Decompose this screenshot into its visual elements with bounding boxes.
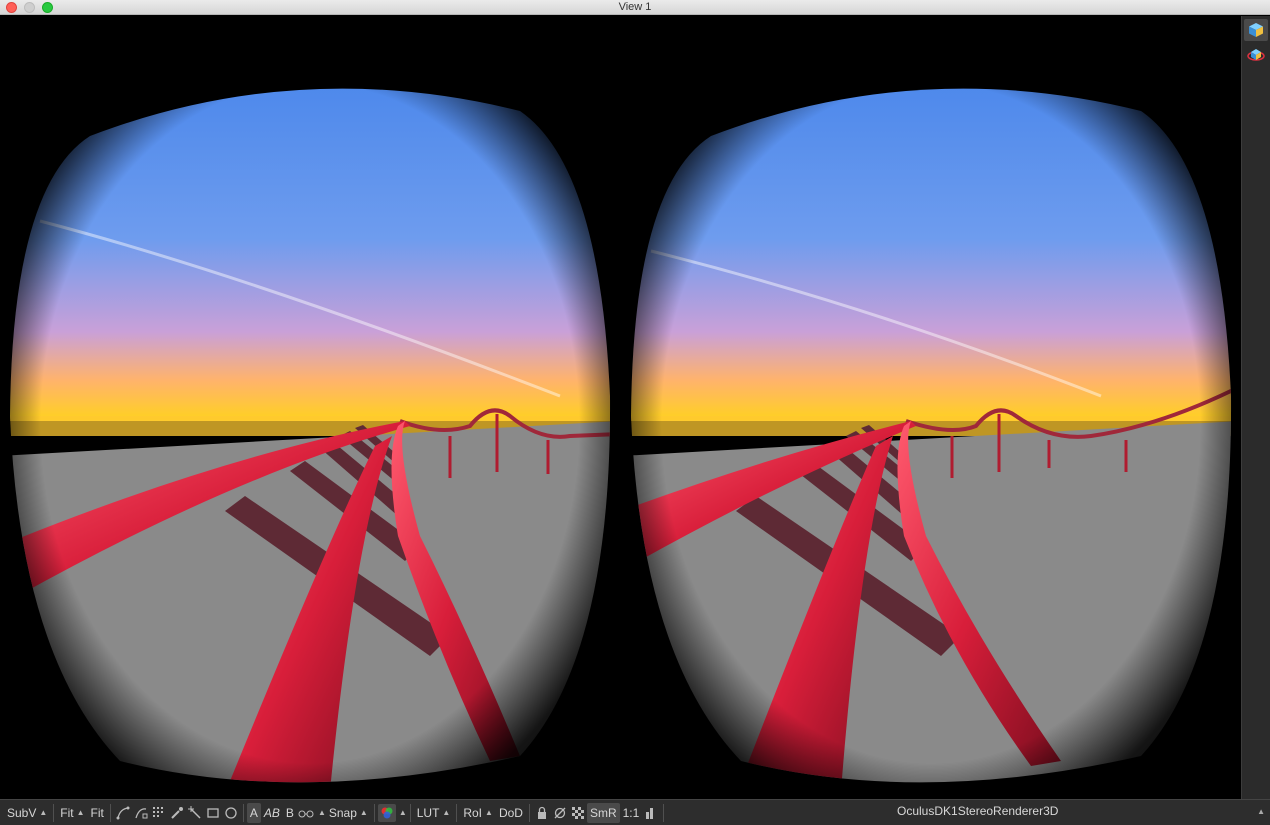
no-proxy-icon[interactable]: [551, 804, 569, 822]
toolbar-divider: [373, 803, 375, 822]
fit-label: Fit: [60, 805, 74, 820]
buffer-b-label: B: [285, 805, 294, 820]
chevron-up-icon[interactable]: ▲: [318, 808, 326, 817]
smooth-resize-button[interactable]: SmR: [586, 802, 620, 823]
toolbar-divider: [242, 803, 244, 822]
rectangle-tool-icon[interactable]: [204, 804, 222, 822]
toolbar-divider: [409, 803, 411, 822]
chevron-up-icon: ▲: [359, 808, 368, 817]
chevron-up-icon: ▲: [39, 808, 48, 817]
subview-dropdown[interactable]: SubV ▲: [4, 803, 50, 823]
window-title: View 1: [618, 1, 652, 13]
right-eye-render: [621, 16, 1241, 799]
buffer-a-button[interactable]: A: [246, 802, 261, 823]
toolbar-divider: [109, 803, 111, 822]
roi-label: RoI: [463, 805, 483, 820]
bspline-tool-icon[interactable]: [132, 804, 150, 822]
fit-button-label: Fit: [90, 805, 104, 820]
toolbar-divider: [456, 803, 458, 822]
window-titlebar: View 1: [0, 0, 1270, 15]
ratio-label: 1:1: [622, 805, 640, 820]
polyline-tool-icon[interactable]: [114, 804, 132, 822]
eyedropper-icon[interactable]: [168, 804, 186, 822]
ellipse-tool-icon[interactable]: [222, 804, 240, 822]
one-to-one-button[interactable]: 1:1: [620, 803, 643, 823]
fit-dropdown[interactable]: Fit ▲: [57, 803, 87, 823]
snap-dropdown[interactable]: Snap ▲: [326, 803, 371, 823]
left-eye-view: [0, 16, 620, 799]
toolbar-divider: [528, 803, 530, 822]
fit-button[interactable]: Fit: [88, 803, 107, 823]
chevron-up-icon: ▲: [76, 808, 85, 817]
color-channel-icon[interactable]: [377, 803, 396, 822]
toolbar-divider: [663, 803, 665, 822]
right-eye-view: [621, 16, 1241, 799]
subview-label: SubV: [7, 805, 37, 820]
3d-cube-eye-icon[interactable]: [1244, 44, 1268, 66]
lock-icon[interactable]: [533, 804, 551, 822]
stereo-viewport[interactable]: [0, 16, 1241, 799]
grid-icon[interactable]: [150, 804, 168, 822]
magic-wand-icon[interactable]: [186, 804, 204, 822]
buffer-a-label: A: [249, 805, 258, 820]
viewer-side-strip: [1241, 16, 1270, 799]
chevron-up-icon: ▲: [442, 808, 451, 817]
lut-dropdown[interactable]: LUT ▲: [414, 803, 454, 823]
3d-cube-icon[interactable]: [1244, 19, 1268, 41]
buffer-b-button[interactable]: B: [283, 803, 297, 823]
viewer-status-text: OculusDK1StereoRenderer3D: [897, 804, 1059, 818]
smr-label: SmR: [589, 805, 617, 820]
snap-label: Snap: [328, 805, 357, 820]
left-eye-render: [0, 16, 620, 799]
toolbar-divider: [53, 803, 55, 822]
chevron-up-icon[interactable]: ▲: [399, 808, 407, 817]
checkerboard-icon[interactable]: [569, 804, 587, 822]
expand-toolbar-icon[interactable]: ▲: [1257, 807, 1265, 816]
buffer-ab-label: AB: [263, 805, 280, 820]
chevron-up-icon: ▲: [485, 808, 493, 817]
dod-button[interactable]: DoD: [496, 803, 526, 823]
buffer-ab-button[interactable]: AB: [261, 803, 283, 823]
stereo-glasses-icon[interactable]: [297, 804, 315, 822]
dod-label: DoD: [498, 805, 523, 820]
histogram-icon[interactable]: [642, 804, 660, 822]
viewer-toolbar: SubV ▲ Fit ▲ Fit A AB B ▲ Snap ▲ ▲ LUT ▲…: [0, 799, 1270, 825]
lut-label: LUT: [416, 805, 440, 820]
roi-dropdown[interactable]: RoI ▲: [460, 803, 496, 823]
